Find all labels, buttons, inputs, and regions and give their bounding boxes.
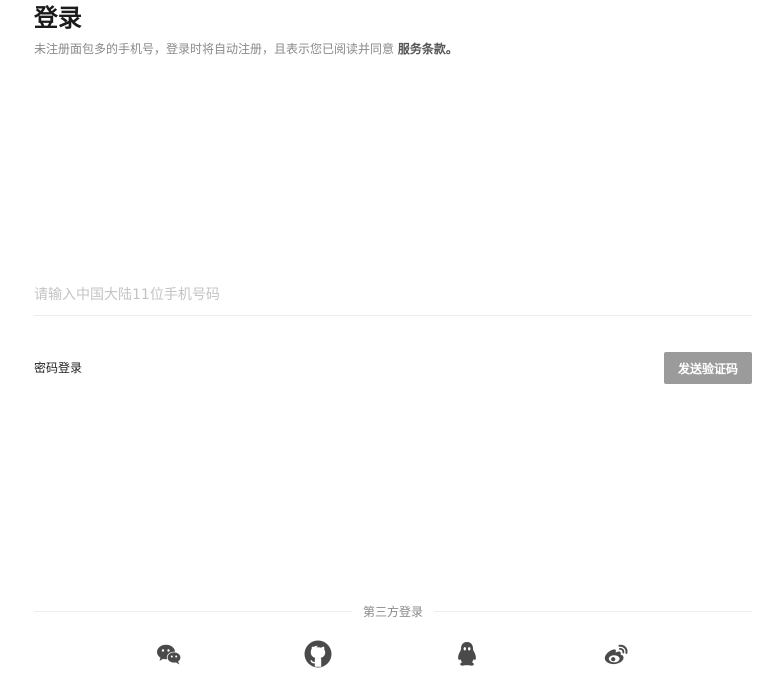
page-title: 登录 — [34, 4, 82, 32]
divider-line-right — [434, 611, 752, 612]
terms-link[interactable]: 服务条款。 — [398, 42, 458, 56]
weibo-icon — [604, 644, 628, 665]
github-icon — [304, 640, 332, 668]
qq-login-button[interactable] — [453, 640, 481, 668]
register-notice: 未注册面包多的手机号，登录时将自动注册，且表示您已阅读并同意 服务条款。 — [34, 40, 458, 58]
third-party-label: 第三方登录 — [362, 605, 423, 619]
phone-field-container — [34, 280, 752, 316]
wechat-login-button[interactable] — [155, 640, 183, 668]
qq-icon — [458, 642, 476, 666]
register-notice-text: 未注册面包多的手机号，登录时将自动注册，且表示您已阅读并同意 — [34, 42, 398, 56]
password-login-link[interactable]: 密码登录 — [34, 359, 82, 377]
wechat-icon — [157, 644, 182, 665]
send-code-button[interactable]: 发送验证码 — [664, 352, 752, 384]
phone-input[interactable] — [34, 280, 752, 310]
github-login-button[interactable] — [304, 640, 332, 668]
third-party-divider: 第三方登录 — [34, 602, 752, 622]
weibo-login-button[interactable] — [602, 640, 630, 668]
